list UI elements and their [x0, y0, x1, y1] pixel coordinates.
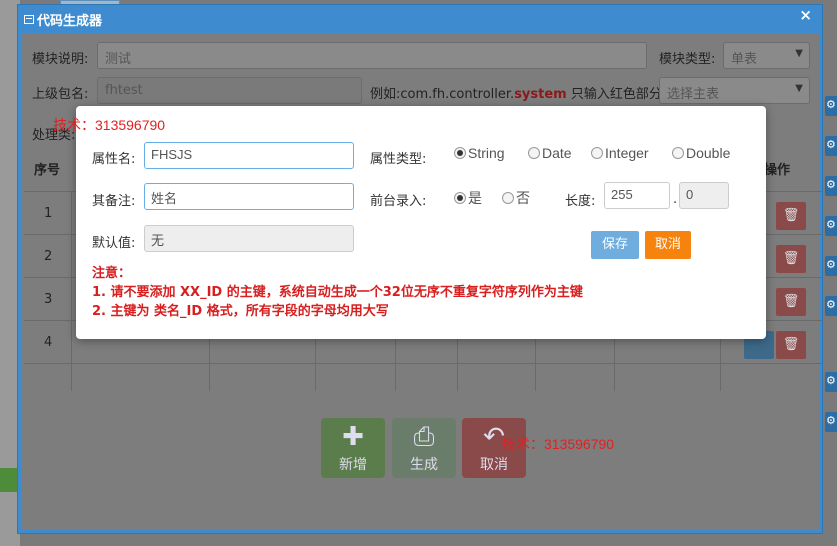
module-desc-label: 模块说明:	[32, 52, 89, 67]
add-button[interactable]: ✚ 新增	[321, 418, 385, 478]
decimal-input[interactable]: 0	[679, 182, 729, 209]
generate-button-label: 生成	[410, 457, 438, 473]
chevron-down-icon: ▼	[795, 48, 803, 59]
type-option-label: String	[468, 145, 505, 161]
note-line-2: 2. 主键为 类名_ID 格式，所有字段的字母均用大写	[92, 304, 389, 319]
length-input[interactable]: 255	[604, 182, 670, 209]
radio-selected-icon	[454, 147, 466, 159]
default-label: 默认值:	[92, 236, 136, 251]
note-title: 注意：	[92, 266, 132, 281]
row-index: 2	[44, 249, 53, 264]
length-separator: .	[673, 192, 678, 207]
printer-icon: ⎙	[413, 422, 435, 452]
note-line-1: 1. 请不要添加 XX_ID 的主键，系统自动生成一个32位无序不重复字符序列作…	[92, 285, 583, 300]
plus-icon: ✚	[342, 422, 364, 452]
table-bottom-border	[24, 363, 822, 406]
row-index: 1	[44, 206, 53, 221]
window-icon	[24, 15, 34, 24]
radio-icon	[528, 147, 540, 159]
background-green-tab	[0, 468, 18, 492]
background-settings-icon	[825, 296, 837, 316]
watermark-bottom: 技术：313596790	[502, 436, 615, 452]
type-option-label: Date	[542, 145, 572, 161]
module-type-label: 模块类型:	[659, 52, 716, 67]
module-type-value: 单表	[731, 52, 758, 67]
background-settings-icon	[825, 96, 837, 116]
main-table-select[interactable]: 选择主表 ▼	[659, 77, 810, 104]
column-header-index: 序号	[34, 163, 61, 178]
default-input[interactable]: 无	[144, 225, 354, 252]
close-icon[interactable]: ×	[799, 6, 812, 24]
attr-name-input[interactable]: FHSJS	[144, 142, 354, 169]
package-label: 上级包名:	[32, 87, 89, 102]
background-settings-icon	[825, 216, 837, 236]
front-option-label: 否	[516, 190, 530, 206]
save-button[interactable]: 保存	[591, 231, 639, 259]
add-field-dialog: 属性名: FHSJS 属性类型: String Date Integer Dou…	[76, 106, 766, 339]
type-radio-integer[interactable]: Integer	[591, 145, 649, 161]
package-hint: 例如:com.fh.controller.system 只输入红色部分	[370, 83, 662, 102]
radio-icon	[502, 192, 514, 204]
trash-icon[interactable]: 🗑	[776, 202, 806, 230]
package-hint-prefix: 例如:com.fh.controller.	[370, 87, 515, 102]
remark-label: 其备注:	[92, 194, 136, 209]
radio-icon	[591, 147, 603, 159]
module-type-select[interactable]: 单表 ▼	[723, 42, 810, 69]
trash-icon[interactable]: 🗑	[776, 245, 806, 273]
front-input-label: 前台录入:	[370, 194, 427, 209]
watermark-top: 技术：313596790	[53, 117, 166, 133]
type-option-label: Integer	[605, 145, 649, 161]
front-radio-no[interactable]: 否	[502, 188, 530, 208]
background-settings-icon	[825, 256, 837, 276]
type-option-label: Double	[686, 145, 731, 161]
background-settings-icon	[825, 176, 837, 196]
package-hint-suffix: 只输入红色部分	[566, 87, 662, 102]
type-radio-double[interactable]: Double	[672, 145, 730, 161]
background-settings-icon	[825, 136, 837, 156]
main-table-placeholder: 选择主表	[667, 87, 720, 102]
module-desc-input[interactable]: 测试	[97, 42, 647, 69]
radio-selected-icon	[454, 192, 466, 204]
add-button-label: 新增	[339, 457, 367, 473]
chevron-down-icon: ▼	[795, 83, 803, 94]
package-hint-red: system	[514, 87, 567, 102]
package-input[interactable]: fhtest	[97, 77, 362, 104]
attr-name-label: 属性名:	[92, 152, 136, 167]
background-settings-icon	[825, 372, 837, 392]
row-index: 3	[44, 292, 53, 307]
radio-icon	[672, 147, 684, 159]
length-label: 长度:	[565, 194, 596, 209]
type-radio-date[interactable]: Date	[528, 145, 572, 161]
remark-input[interactable]: 姓名	[144, 183, 354, 210]
background-settings-icon	[825, 412, 837, 432]
front-radio-yes[interactable]: 是	[454, 188, 482, 208]
front-option-label: 是	[468, 190, 482, 206]
type-radio-string[interactable]: String	[454, 145, 505, 161]
trash-icon[interactable]: 🗑	[776, 331, 806, 359]
trash-icon[interactable]: 🗑	[776, 288, 806, 316]
dialog-cancel-button[interactable]: 取消	[645, 231, 691, 259]
generate-button[interactable]: ⎙ 生成	[392, 418, 456, 478]
column-header-action: 操作	[764, 163, 791, 178]
row-index: 4	[44, 335, 53, 350]
cancel-button-label: 取消	[480, 457, 508, 473]
window-title: 代码生成器	[37, 14, 103, 29]
attr-type-label: 属性类型:	[370, 152, 427, 167]
window-title-bar: 代码生成器	[24, 10, 102, 29]
